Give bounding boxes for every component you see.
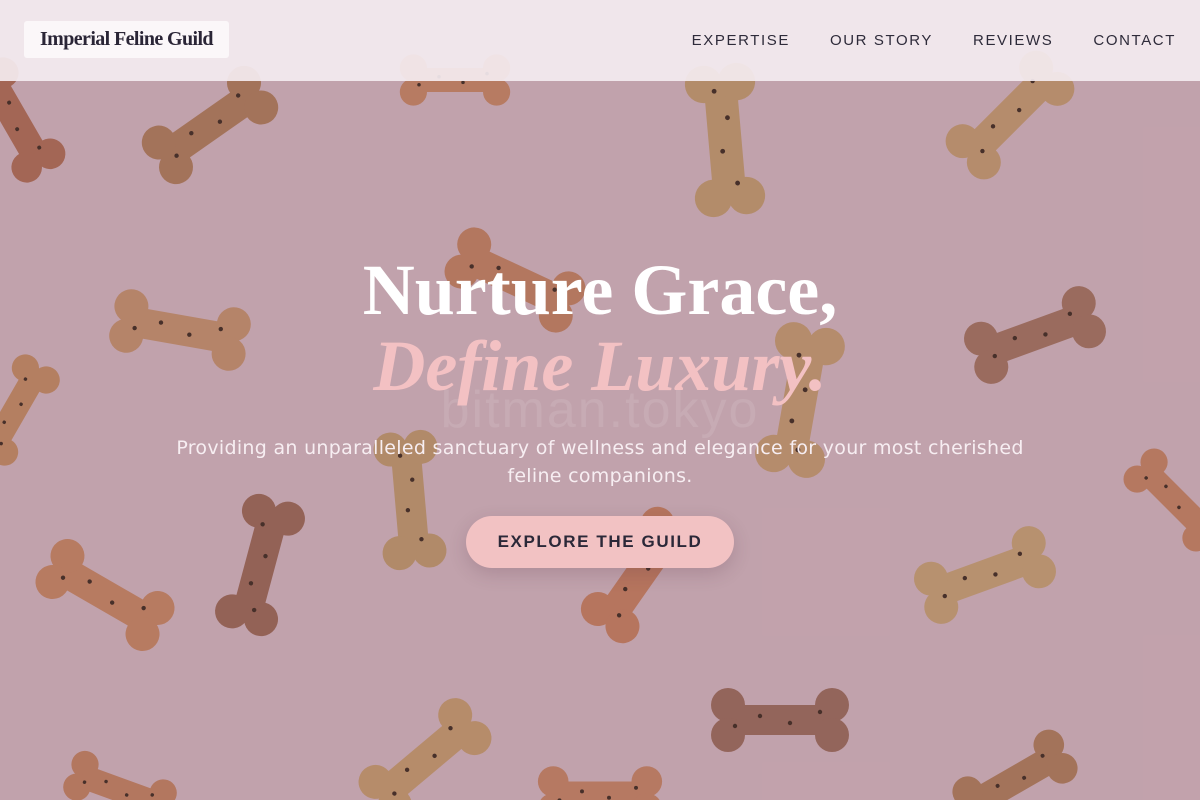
nav-contact[interactable]: CONTACT xyxy=(1093,32,1176,49)
explore-guild-button[interactable]: EXPLORE THE GUILD xyxy=(466,516,734,568)
nav-expertise[interactable]: EXPERTISE xyxy=(692,32,790,49)
hero-subtitle: Providing an unparalleled sanctuary of w… xyxy=(176,437,1024,487)
hero-title-accent: Define Luxury. xyxy=(373,326,827,406)
hero-title: Nurture Grace, xyxy=(362,250,838,330)
nav-our-story[interactable]: OUR STORY xyxy=(830,32,933,49)
nav-reviews[interactable]: REVIEWS xyxy=(973,32,1053,49)
hero-section: Nurture Grace, Define Luxury. Providing … xyxy=(0,252,1200,568)
brand-logo[interactable]: Imperial Feline Guild xyxy=(24,21,229,58)
site-header: Imperial Feline Guild EXPERTISE OUR STOR… xyxy=(0,0,1200,81)
main-nav: EXPERTISE OUR STORY REVIEWS CONTACT xyxy=(692,0,1176,81)
